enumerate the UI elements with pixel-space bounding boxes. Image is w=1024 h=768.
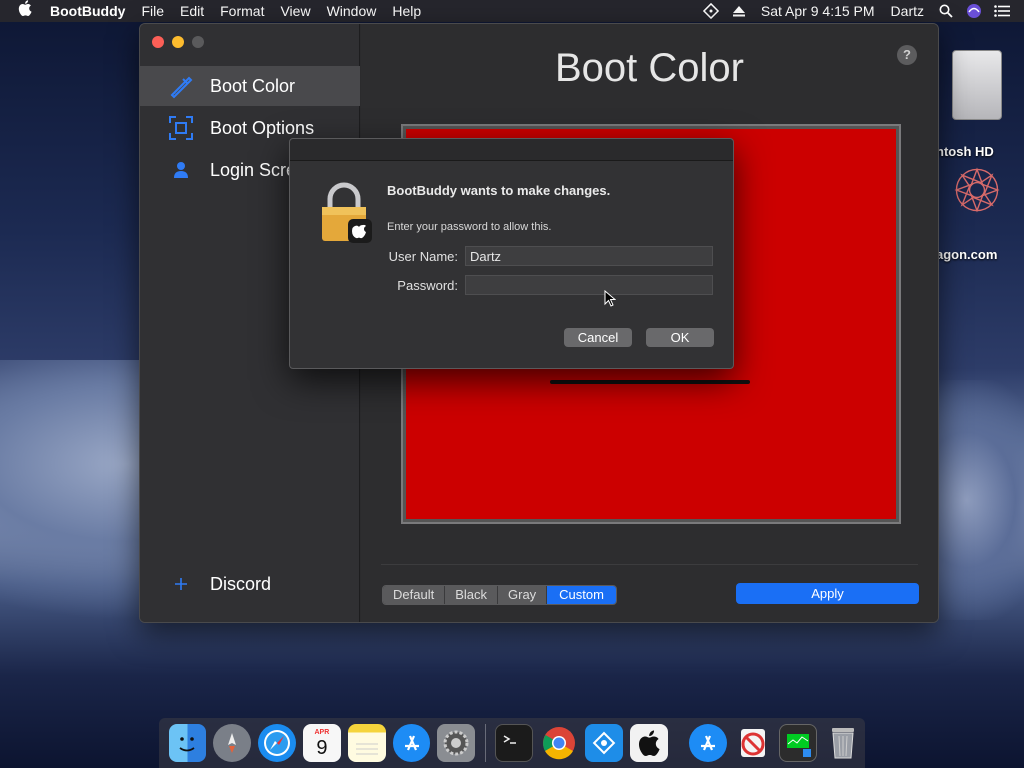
no-entry-icon[interactable] bbox=[734, 724, 772, 762]
lock-icon bbox=[322, 182, 372, 243]
sidebar-item-discord[interactable]: Discord bbox=[140, 564, 360, 604]
app-store-icon-2[interactable] bbox=[689, 724, 727, 762]
apply-button[interactable]: Apply bbox=[736, 583, 919, 604]
cancel-button[interactable]: Cancel bbox=[564, 328, 632, 347]
teamviewer-icon[interactable] bbox=[584, 724, 623, 762]
minimize-window-button[interactable] bbox=[172, 36, 184, 48]
system-preferences-icon[interactable] bbox=[437, 724, 476, 762]
menu-file[interactable]: File bbox=[133, 0, 172, 22]
finder-icon[interactable] bbox=[168, 724, 207, 762]
username-label: User Name: bbox=[388, 249, 458, 264]
dock-separator bbox=[484, 724, 486, 762]
clock[interactable]: Sat Apr 9 4:15 PM bbox=[753, 0, 883, 22]
authorization-dialog: BootBuddy wants to make changes. Enter y… bbox=[289, 138, 734, 369]
app-store-icon[interactable] bbox=[392, 724, 431, 762]
boot-progress-bar bbox=[550, 380, 750, 384]
window-controls bbox=[152, 36, 204, 48]
dialog-subtext: Enter your password to allow this. bbox=[387, 221, 552, 233]
terminal-icon[interactable] bbox=[495, 724, 534, 762]
hard-drive-icon bbox=[952, 50, 1002, 120]
chrome-icon[interactable] bbox=[540, 724, 578, 762]
dialog-heading: BootBuddy wants to make changes. bbox=[387, 183, 611, 198]
brush-icon bbox=[168, 73, 194, 99]
sidebar-item-boot-color[interactable]: Boot Color bbox=[140, 66, 360, 106]
calendar-month: APR bbox=[314, 728, 330, 736]
activity-monitor-icon[interactable] bbox=[778, 724, 817, 762]
launchpad-icon[interactable] bbox=[213, 724, 252, 762]
app-menu[interactable]: BootBuddy bbox=[42, 0, 133, 22]
segment-custom[interactable]: Custom bbox=[547, 586, 616, 604]
rosette-icon bbox=[954, 167, 1000, 213]
close-window-button[interactable] bbox=[152, 36, 164, 48]
person-icon bbox=[168, 157, 194, 183]
desktop-icon-label: ntosh HD bbox=[936, 144, 994, 159]
password-label: Password: bbox=[397, 278, 458, 293]
boot-options-icon bbox=[168, 115, 194, 141]
help-button[interactable]: ? bbox=[897, 45, 917, 65]
calendar-icon[interactable]: APR 9 bbox=[302, 724, 341, 762]
color-segmented-control: Default Black Gray Custom bbox=[382, 585, 617, 605]
apple-menu-icon[interactable] bbox=[0, 0, 42, 23]
sidebar-item-label: Boot Color bbox=[210, 75, 296, 96]
segment-gray[interactable]: Gray bbox=[498, 586, 548, 604]
menu-help[interactable]: Help bbox=[384, 0, 429, 22]
calendar-day: 9 bbox=[316, 736, 328, 759]
plus-icon bbox=[168, 571, 194, 597]
desktop-hard-drive[interactable]: ntosh HD bbox=[930, 50, 1024, 159]
notes-icon[interactable] bbox=[347, 724, 386, 762]
ok-button[interactable]: OK bbox=[646, 328, 714, 347]
divider bbox=[381, 564, 918, 565]
user-menu[interactable]: Dartz bbox=[883, 0, 932, 22]
menu-window[interactable]: Window bbox=[319, 0, 385, 22]
siri-icon[interactable] bbox=[966, 3, 982, 19]
sidebar-item-label: Boot Options bbox=[210, 117, 315, 138]
segment-default[interactable]: Default bbox=[383, 586, 446, 604]
mouse-cursor-icon bbox=[604, 290, 616, 307]
menu-view[interactable]: View bbox=[272, 0, 318, 22]
dialog-titlebar bbox=[290, 139, 733, 161]
menu-format[interactable]: Format bbox=[212, 0, 272, 22]
desktop-icon-label: agon.com bbox=[936, 247, 998, 262]
dock: APR 9 bbox=[159, 718, 865, 768]
password-field[interactable] bbox=[465, 275, 713, 295]
sidebar-item-label: Discord bbox=[210, 573, 272, 594]
zoom-window-button[interactable] bbox=[192, 36, 204, 48]
notification-center-icon[interactable] bbox=[994, 3, 1010, 19]
teamviewer-status-icon[interactable] bbox=[702, 3, 719, 19]
trash-icon[interactable] bbox=[824, 724, 862, 762]
safari-icon[interactable] bbox=[258, 724, 296, 762]
segment-black[interactable]: Black bbox=[445, 586, 498, 604]
eject-icon[interactable] bbox=[731, 3, 747, 19]
spotlight-search-icon[interactable] bbox=[938, 3, 954, 19]
page-title: Boot Color bbox=[555, 46, 744, 90]
menu-edit[interactable]: Edit bbox=[172, 0, 212, 22]
bootbuddy-icon[interactable] bbox=[629, 724, 668, 762]
username-field[interactable] bbox=[465, 246, 713, 266]
desktop-rosette[interactable]: agon.com bbox=[930, 160, 1024, 262]
menu-bar: BootBuddy File Edit Format View Window H… bbox=[0, 0, 1024, 22]
sidebar-item-label: Login Scre bbox=[210, 159, 297, 180]
